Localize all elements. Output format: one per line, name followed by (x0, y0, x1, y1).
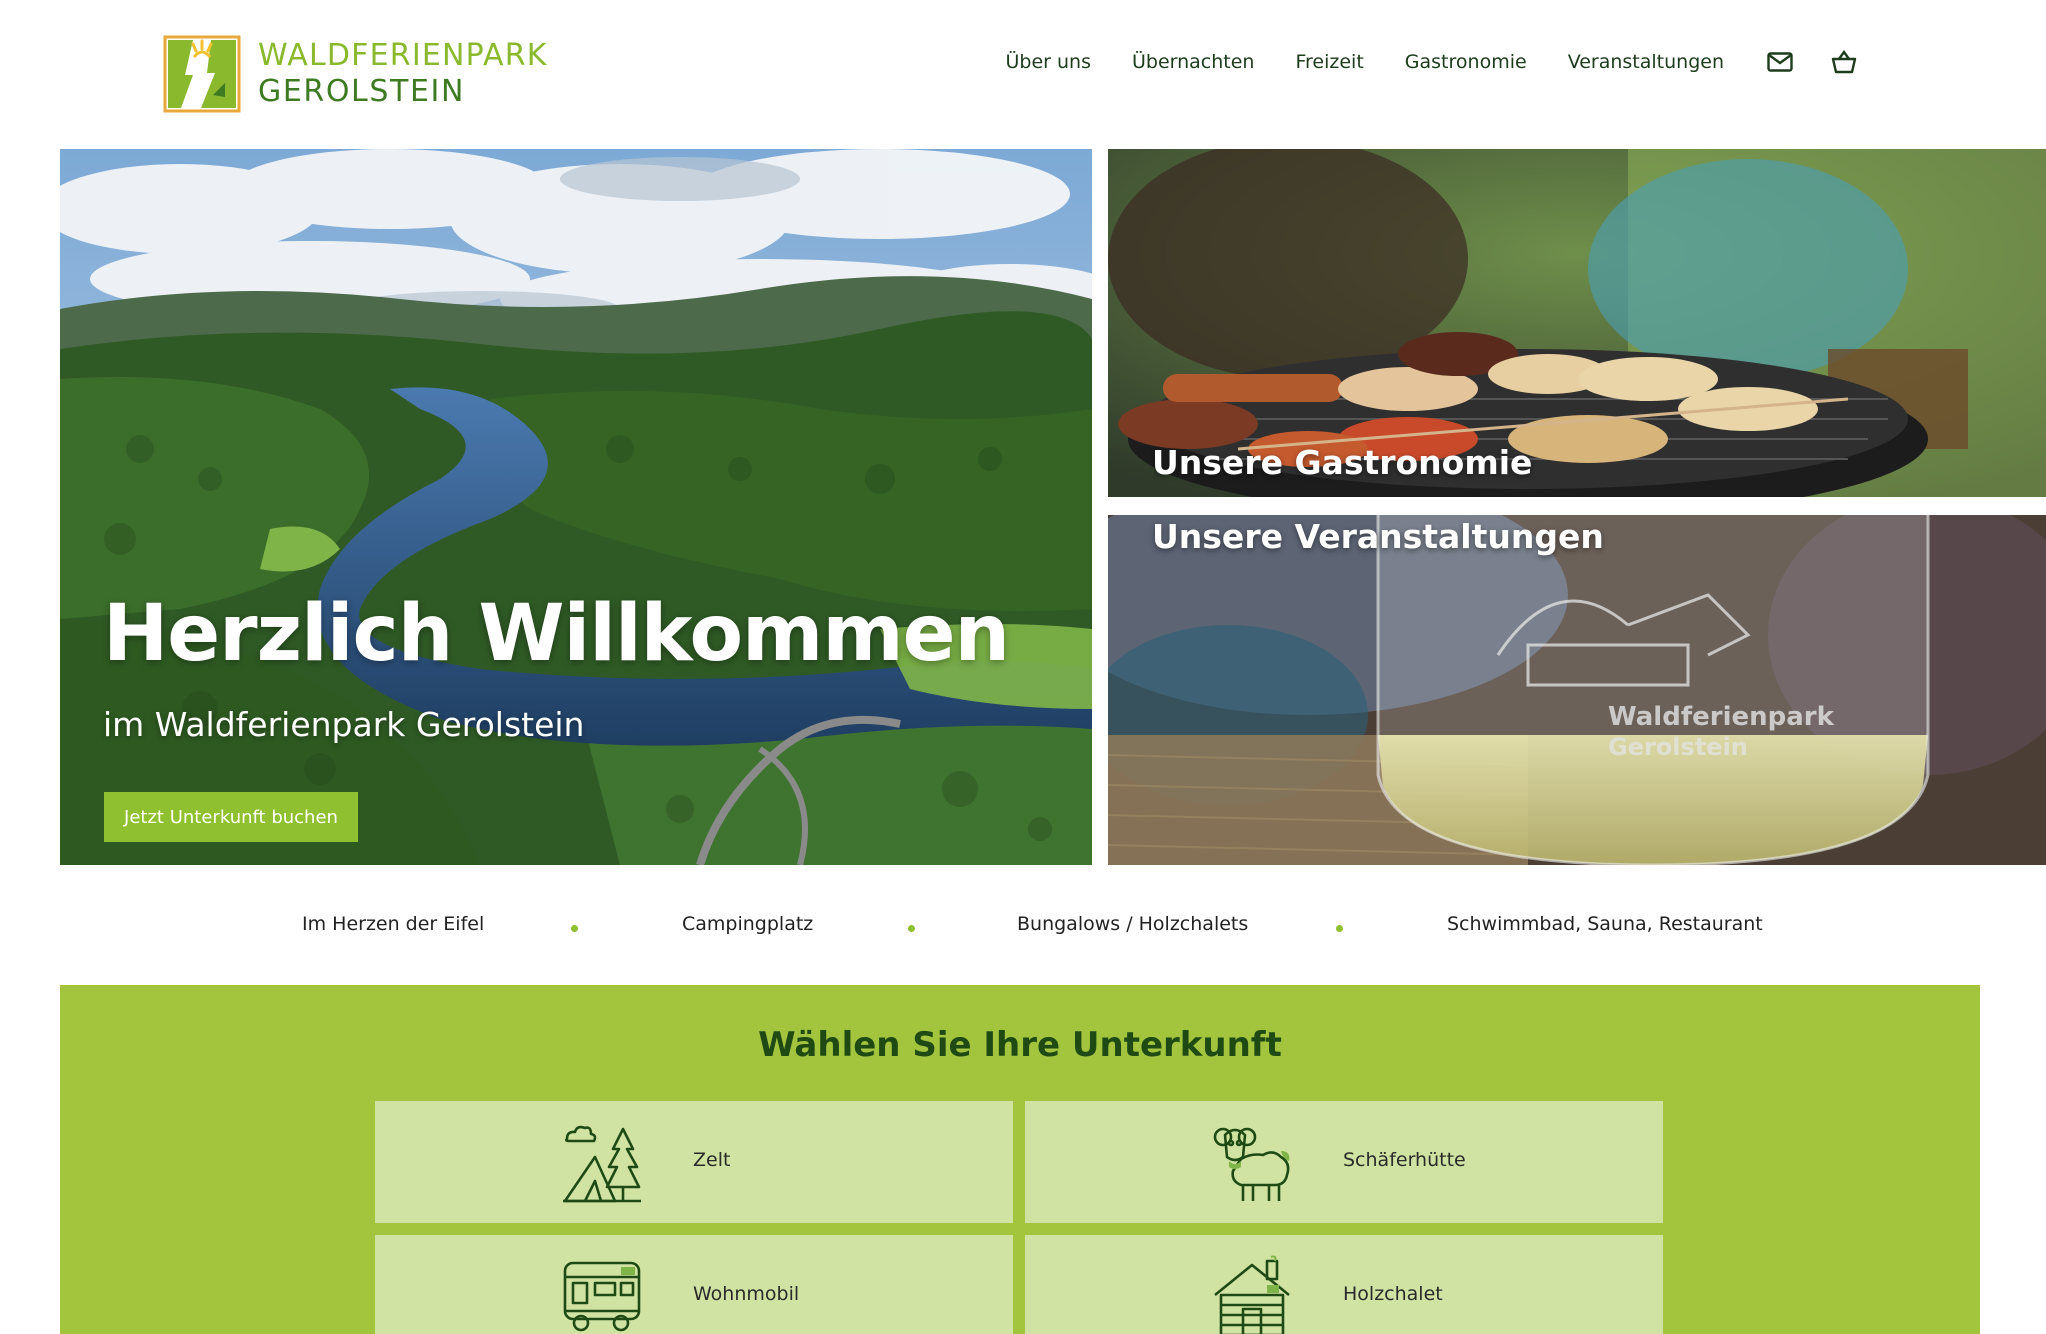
motorhome-icon (563, 1261, 641, 1332)
hero-subtitle: im Waldferienpark Gerolstein (103, 705, 585, 744)
nav-item-freizeit[interactable]: Freizeit (1295, 51, 1363, 73)
mail-icon[interactable] (1766, 48, 1794, 76)
logo-emblem-icon (163, 35, 241, 113)
hero-title: Herzlich Willkommen (103, 589, 1010, 679)
gastronomy-tile-title: Unsere Gastronomie (1152, 443, 1533, 482)
nav-item-ueber-uns[interactable]: Über uns (1005, 51, 1091, 73)
glass-etched-text-2: Gerolstein (1608, 733, 1748, 761)
log-cabin-icon (1214, 1255, 1290, 1334)
accommodation-option-label: Wohnmobil (693, 1283, 800, 1305)
book-accommodation-button[interactable]: Jetzt Unterkunft buchen (104, 792, 358, 842)
events-tile-title: Unsere Veranstaltungen (1152, 517, 1604, 556)
logo-name-line2: GEROLSTEIN (258, 74, 465, 109)
tent-icon (563, 1125, 641, 1203)
feature-item: Campingplatz (682, 913, 814, 935)
cart-icon[interactable] (1830, 48, 1858, 76)
hero-landscape-image (60, 149, 1092, 865)
accommodation-option-wohnmobil[interactable]: Wohnmobil (375, 1235, 1013, 1334)
wine-glass-image: Waldferienpark Gerolstein (1108, 515, 2046, 865)
main-navigation: Über uns Übernachten Freizeit Gastronomi… (1005, 48, 1858, 76)
feature-item: Bungalows / Holzchalets (1017, 913, 1249, 935)
events-tile[interactable]: Waldferienpark Gerolstein Unsere Veranst… (1108, 515, 2046, 865)
accommodation-option-schaeferhuette[interactable]: Schäferhütte (1025, 1101, 1663, 1223)
feature-item: Im Herzen der Eifel (302, 913, 485, 935)
accommodation-option-label: Holzchalet (1343, 1283, 1443, 1305)
accommodation-option-holzchalet[interactable]: Holzchalet (1025, 1235, 1663, 1334)
feature-separator (908, 925, 915, 932)
accommodation-title: Wählen Sie Ihre Unterkunft (758, 1025, 1282, 1065)
glass-etched-text-1: Waldferienpark (1608, 702, 1835, 732)
nav-item-veranstaltungen[interactable]: Veranstaltungen (1568, 51, 1724, 73)
site-header: WALDFERIENPARK GEROLSTEIN Über uns Übern… (0, 0, 2046, 149)
accommodation-option-label: Zelt (693, 1149, 731, 1171)
accommodation-option-label: Schäferhütte (1343, 1149, 1466, 1171)
feature-separator (1336, 925, 1343, 932)
feature-strip: Im Herzen der Eifel Campingplatz Bungalo… (0, 895, 2046, 955)
feature-separator (571, 925, 578, 932)
nav-item-gastronomie[interactable]: Gastronomie (1405, 51, 1527, 73)
accommodation-option-zelt[interactable]: Zelt (375, 1101, 1013, 1223)
nav-item-uebernachten[interactable]: Übernachten (1132, 51, 1255, 73)
hero-banner: Herzlich Willkommen im Waldferienpark Ge… (60, 149, 1092, 865)
sheep-icon (1213, 1127, 1290, 1201)
accommodation-section: Wählen Sie Ihre Unterkunft Zelt Schäferh… (60, 985, 1980, 1334)
feature-item: Schwimmbad, Sauna, Restaurant (1447, 913, 1763, 935)
site-logo[interactable]: WALDFERIENPARK GEROLSTEIN (163, 35, 548, 113)
gastronomy-tile[interactable]: Unsere Gastronomie (1108, 149, 2046, 497)
logo-name-line1: WALDFERIENPARK (258, 38, 548, 73)
